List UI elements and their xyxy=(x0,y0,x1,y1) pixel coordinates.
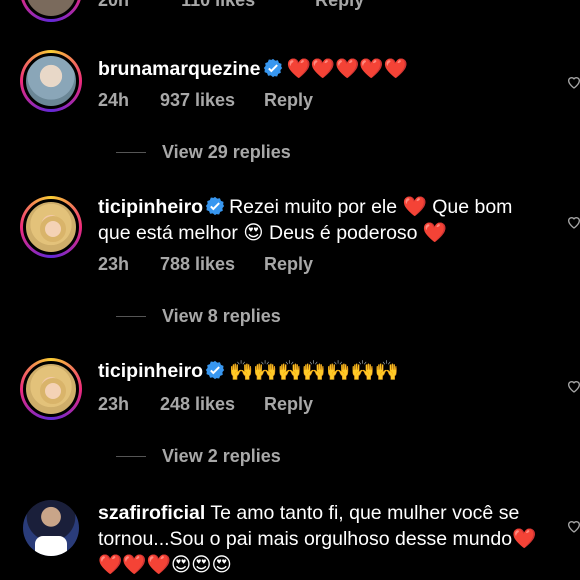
comment-time: 23h xyxy=(98,394,130,414)
view-replies-button[interactable]: View 29 replies xyxy=(116,142,291,163)
username[interactable]: ticipinheiro xyxy=(98,360,203,382)
comment-meta: 20h 110 likes Reply xyxy=(98,0,364,11)
verified-badge-icon xyxy=(205,196,225,216)
verified-badge-icon xyxy=(263,58,282,78)
reply-button[interactable]: Reply xyxy=(264,254,313,275)
view-replies-button[interactable]: View 8 replies xyxy=(116,306,281,327)
avatar[interactable] xyxy=(20,358,82,420)
like-heart-icon[interactable] xyxy=(566,214,580,230)
like-heart-icon[interactable] xyxy=(566,74,580,90)
view-replies-label: View 2 replies xyxy=(162,446,281,466)
like-heart-icon[interactable] xyxy=(566,518,580,534)
comment-likes[interactable]: 788 likes xyxy=(160,254,264,275)
comment-likes[interactable]: 937 likes xyxy=(160,90,264,111)
comment-time: 23h xyxy=(98,254,130,274)
avatar[interactable] xyxy=(20,50,82,112)
avatar[interactable] xyxy=(20,196,82,258)
reply-button[interactable]: Reply xyxy=(264,394,313,415)
username[interactable]: szafiroficial xyxy=(98,502,205,524)
reply-button[interactable]: Reply xyxy=(264,90,313,111)
view-replies-button[interactable]: View 2 replies xyxy=(116,446,281,467)
view-replies-label: View 8 replies xyxy=(162,306,281,326)
comment-text: 🙌🙌🙌🙌🙌🙌🙌 xyxy=(229,360,400,382)
username[interactable]: ticipinheiro xyxy=(98,196,203,218)
replies-divider xyxy=(116,152,146,153)
comment-text: ❤️❤️❤️❤️❤️ xyxy=(286,58,408,80)
like-heart-icon[interactable] xyxy=(566,378,580,394)
avatar[interactable] xyxy=(23,500,79,556)
comment-likes[interactable]: 110 likes xyxy=(181,0,255,10)
view-replies-label: View 29 replies xyxy=(162,142,291,162)
comment-meta: 24h 937 likes Reply xyxy=(98,90,313,111)
reply-button[interactable]: Reply xyxy=(315,0,364,10)
replies-divider xyxy=(116,316,146,317)
comment-meta: 23h 788 likes Reply xyxy=(98,254,313,275)
replies-divider xyxy=(116,456,146,457)
comment-body: ticipinheiro 🙌🙌🙌🙌🙌🙌🙌 xyxy=(98,358,548,384)
avatar[interactable] xyxy=(20,0,82,22)
comment-body: szafiroficial Te amo tanto fi, que mulhe… xyxy=(98,500,548,578)
comment-body: ticipinheiro Rezei muito por ele ❤️ Que b… xyxy=(98,194,548,246)
comment-body: brunamarquezine ❤️❤️❤️❤️❤️ xyxy=(98,56,548,82)
username[interactable]: brunamarquezine xyxy=(98,58,261,80)
comment-likes[interactable]: 248 likes xyxy=(160,394,264,415)
verified-badge-icon xyxy=(205,360,225,380)
comment-time: 24h xyxy=(98,90,130,110)
comment-meta: 23h 248 likes Reply xyxy=(98,394,313,415)
comment-time: 20h xyxy=(98,0,130,10)
